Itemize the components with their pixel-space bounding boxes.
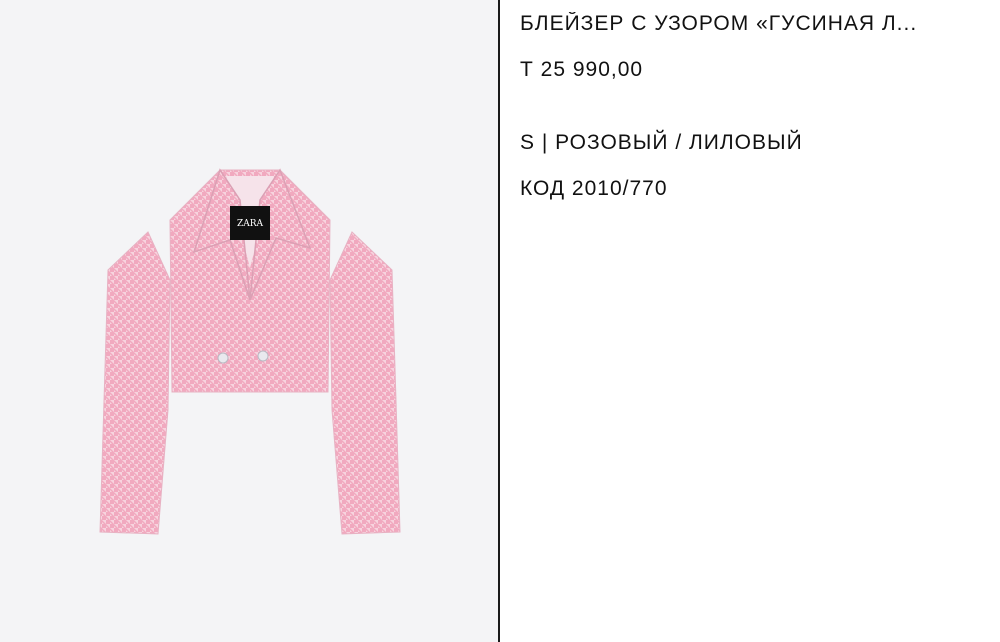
product-title: БЛЕЙЗЕР С УЗОРОМ «ГУСИНАЯ Л... <box>520 12 918 35</box>
product-screen: ZARA БЛЕЙЗЕР С УЗОРОМ «ГУСИНАЯ Л... Т 25… <box>0 0 1000 642</box>
product-variant: S | РОЗОВЫЙ / ЛИЛОВЫЙ <box>520 131 803 154</box>
product-price: Т 25 990,00 <box>520 58 644 81</box>
product-code: КОД 2010/770 <box>520 177 668 200</box>
product-info-panel: БЛЕЙЗЕР С УЗОРОМ «ГУСИНАЯ Л... Т 25 990,… <box>500 0 1000 642</box>
product-image-panel: ZARA <box>0 0 498 642</box>
svg-text:ZARA: ZARA <box>237 219 264 229</box>
product-image-blazer: ZARA <box>99 168 401 535</box>
